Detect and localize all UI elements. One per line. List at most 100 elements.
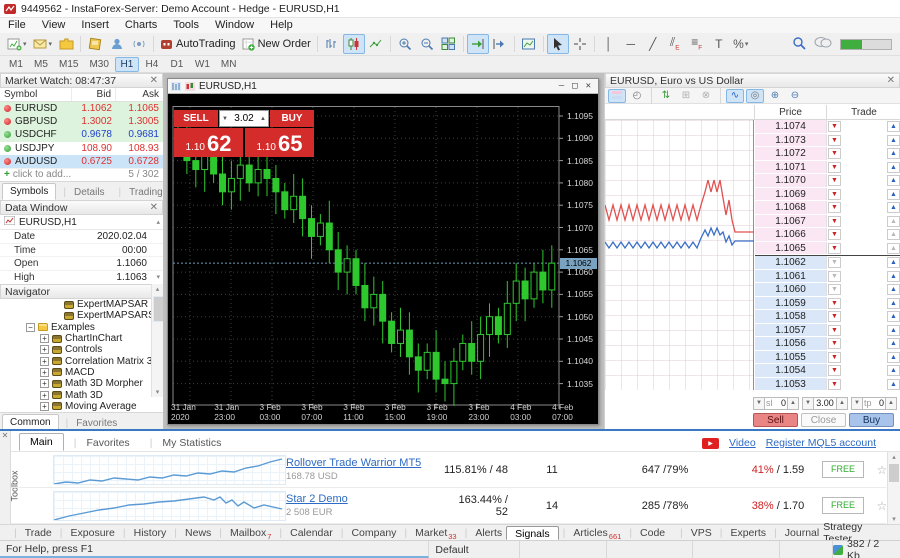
scroll-down-icon[interactable]: ▾: [156, 273, 160, 281]
menu-item[interactable]: Tools: [165, 18, 207, 33]
menu-item[interactable]: Help: [262, 18, 301, 33]
buy-order-chevron-icon[interactable]: ▲: [887, 352, 900, 363]
buy-order-chevron-icon[interactable]: ▲: [887, 311, 900, 322]
dom-price-row[interactable]: 1.1073 ▼ ▲: [755, 134, 900, 148]
dom-sell-button[interactable]: Sell: [753, 413, 798, 427]
toolbox-tab[interactable]: News: [170, 526, 215, 540]
history-center-button[interactable]: [84, 34, 106, 54]
auto-scroll-button[interactable]: [467, 34, 489, 54]
close-icon[interactable]: ✕: [150, 75, 158, 86]
dom-price-row[interactable]: 1.1057 ▼ ▲: [755, 324, 900, 338]
column-ask[interactable]: Ask: [116, 88, 163, 101]
sell-order-chevron-icon[interactable]: ▼: [828, 175, 841, 186]
spinner-up-icon[interactable]: ▲: [787, 397, 799, 410]
arrows-tool-button[interactable]: %▾: [730, 34, 752, 54]
toolbox-tab[interactable]: Trade: [10, 526, 56, 540]
scroll-up-icon[interactable]: ▴: [156, 218, 160, 226]
add-symbol-button[interactable]: +click to add...: [4, 169, 71, 180]
new-chart-button[interactable]: ▾: [4, 34, 30, 54]
toolbox-tab[interactable]: Exposure: [56, 526, 119, 540]
status-profile[interactable]: Default: [429, 541, 520, 558]
tree-item[interactable]: Examples: [0, 322, 163, 333]
dom-price-row[interactable]: 1.1060 ▼ ▲: [755, 283, 900, 297]
toolbox-tab[interactable]: Market33: [400, 526, 460, 540]
dom-price-row[interactable]: 1.1072 ▼ ▲: [755, 147, 900, 161]
buy-price-button[interactable]: 1.1065: [245, 128, 314, 157]
tree-item[interactable]: Moving Average: [0, 401, 163, 412]
scroll-up-icon[interactable]: ▴: [888, 453, 900, 461]
spinner-down-icon[interactable]: ▼: [222, 116, 228, 122]
take-profit-stepper[interactable]: ▼tp0▲: [851, 397, 897, 410]
buy-order-chevron-icon[interactable]: ▲: [887, 379, 900, 390]
dom-tick-chart-button[interactable]: ∿: [726, 89, 744, 103]
dom-price-row[interactable]: 1.1066 ▼ ▲: [755, 228, 900, 242]
video-link[interactable]: Video: [729, 437, 756, 449]
buy-order-chevron-icon[interactable]: ▲: [887, 216, 900, 227]
line-chart-mode-button[interactable]: [365, 34, 387, 54]
close-icon[interactable]: ✕: [0, 431, 10, 440]
sell-button[interactable]: SELL: [174, 110, 218, 127]
menu-item[interactable]: View: [34, 18, 74, 33]
buy-order-chevron-icon[interactable]: ▲: [887, 121, 900, 132]
chart-client[interactable]: 1.10951.10901.10851.10801.10751.10701.10…: [168, 94, 598, 424]
market-watch-tab[interactable]: Details: [56, 185, 111, 200]
menu-item[interactable]: File: [0, 18, 34, 33]
zoom-in-button[interactable]: [394, 34, 416, 54]
tree-item[interactable]: Controls: [0, 344, 163, 355]
dom-price-row[interactable]: 1.1055 ▼ ▲: [755, 351, 900, 365]
toolbox-tab[interactable]: Experts: [716, 526, 770, 540]
scroll-down-icon[interactable]: ▾: [152, 388, 163, 396]
buy-order-chevron-icon[interactable]: ▲: [887, 243, 900, 254]
timeframe-button[interactable]: M1: [4, 57, 28, 72]
tree-item[interactable]: Correlation Matrix 3D: [0, 355, 163, 366]
column-bid[interactable]: Bid: [72, 88, 116, 101]
timeframe-button[interactable]: W1: [190, 57, 215, 72]
dom-price-row[interactable]: 1.1059 ▼ ▲: [755, 297, 900, 311]
dom-price-row[interactable]: 1.1061 ▼ ▲: [755, 270, 900, 284]
sell-order-chevron-icon[interactable]: ▼: [828, 229, 841, 240]
dom-price-row[interactable]: 1.1065 ▼ ▲: [755, 242, 900, 256]
register-mql5-link[interactable]: Register MQL5 account: [766, 437, 876, 449]
menu-item[interactable]: Charts: [117, 18, 165, 33]
buy-order-chevron-icon[interactable]: ▲: [887, 229, 900, 240]
tree-item[interactable]: MACD: [0, 367, 163, 378]
zoom-out-button[interactable]: [416, 34, 438, 54]
sell-order-chevron-icon[interactable]: ▼: [828, 298, 841, 309]
spinner-up-icon[interactable]: ▲: [836, 397, 848, 410]
sell-order-chevron-icon[interactable]: ▼: [828, 148, 841, 159]
signal-row[interactable]: Star 2 Demo2 508 EUR 163.44% / 52 14 285…: [11, 488, 886, 524]
buy-order-chevron-icon[interactable]: ▲: [887, 298, 900, 309]
sell-order-chevron-icon[interactable]: ▼: [828, 257, 841, 268]
tile-windows-button[interactable]: [438, 34, 460, 54]
signals-tab[interactable]: Favorites: [64, 435, 140, 451]
dom-price-row[interactable]: 1.1056 ▼ ▲: [755, 337, 900, 351]
tree-item[interactable]: ChartInChart: [0, 333, 163, 344]
signal-name-link[interactable]: Star 2 Demo: [286, 493, 348, 505]
dom-price-row[interactable]: 1.1074 ▼ ▲: [755, 120, 900, 134]
close-icon[interactable]: ✕: [887, 75, 895, 86]
metaquotes-id-button[interactable]: [106, 34, 128, 54]
dom-price-row[interactable]: 1.1058 ▼ ▲: [755, 310, 900, 324]
chevron-down-icon[interactable]: ▾: [745, 40, 749, 48]
buy-order-chevron-icon[interactable]: ▲: [887, 365, 900, 376]
stop-loss-stepper[interactable]: ▼sl0▲: [753, 397, 799, 410]
volume-stepper[interactable]: ▼3.02▲: [219, 110, 269, 127]
chevron-down-icon[interactable]: ▾: [49, 40, 53, 48]
sell-order-chevron-icon[interactable]: ▼: [828, 162, 841, 173]
dom-close-button[interactable]: Close: [801, 413, 846, 427]
spinner-up-icon[interactable]: ▲: [885, 397, 897, 410]
text-tool-button[interactable]: T: [708, 34, 730, 54]
dom-zoom-out-button[interactable]: ⊖: [786, 89, 804, 103]
tree-toggle-icon[interactable]: [40, 391, 49, 400]
dom-price-row[interactable]: 1.1069 ▼ ▲: [755, 188, 900, 202]
tree-item[interactable]: Math 3D Morpher: [0, 378, 163, 389]
sell-order-chevron-icon[interactable]: ▼: [828, 243, 841, 254]
new-order-button[interactable]: New Order: [239, 34, 314, 54]
sell-order-chevron-icon[interactable]: ▼: [828, 311, 841, 322]
sell-order-chevron-icon[interactable]: ▼: [828, 202, 841, 213]
toolbox-tab[interactable]: History: [119, 526, 170, 540]
equidistant-channel-button[interactable]: ⫽E: [664, 34, 686, 54]
sell-order-chevron-icon[interactable]: ▼: [828, 189, 841, 200]
dom-price-row[interactable]: 1.1068 ▼ ▲: [755, 201, 900, 215]
symbol-row[interactable]: USDJPY 108.90 108.93: [0, 142, 163, 155]
